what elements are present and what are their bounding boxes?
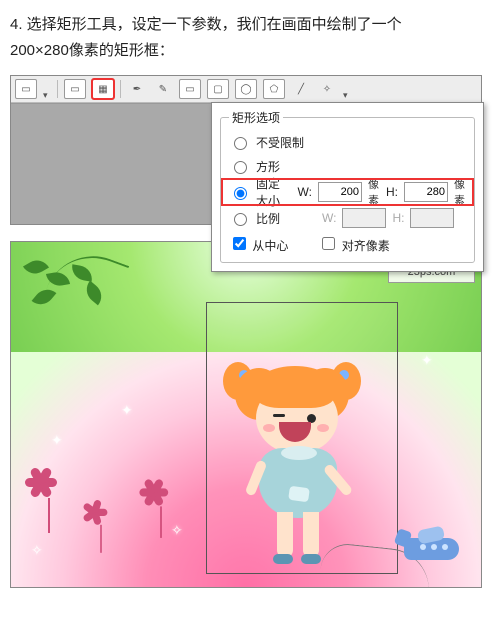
label-fixed-size: 固定大小: [256, 175, 282, 209]
label-square: 方形: [256, 158, 280, 175]
sparkle-icon: ✦: [51, 432, 63, 449]
ratio-h-input: [410, 208, 454, 228]
flower-decoration: [29, 462, 69, 502]
step-line1: 4. 选择矩形工具，设定一下参数，我们在画面中绘制了一个: [10, 16, 402, 33]
dropdown-icon[interactable]: [43, 85, 51, 93]
radio-unconstrained[interactable]: [234, 137, 247, 150]
flower-decoration: [85, 496, 117, 528]
checkbox-from-center[interactable]: [233, 237, 246, 250]
h-unit: 像素: [454, 176, 466, 208]
h-label: H:: [386, 185, 398, 199]
step-text: 4. 选择矩形工具，设定一下参数，我们在画面中绘制了一个 200×280像素的矩…: [10, 12, 490, 63]
rectangle-options-popup: 矩形选项 不受限制 方形 固定大小 W: 像素 H: 像素: [211, 102, 484, 272]
flower-decoration: [143, 474, 179, 510]
snap-pixels-option[interactable]: 对齐像素: [318, 234, 389, 254]
toy-airplane: [396, 522, 471, 572]
rectangle-options-fieldset: 矩形选项 不受限制 方形 固定大小 W: 像素 H: 像素: [220, 109, 475, 263]
sparkle-icon: ✧: [171, 522, 183, 539]
w-unit: 像素: [368, 176, 380, 208]
radio-square[interactable]: [234, 161, 247, 174]
sparkle-icon: ✧: [31, 542, 43, 559]
custom-shape-tool-icon[interactable]: ✧: [317, 80, 337, 98]
options-toolbar: ▭ ▭ ▦ ✒ ✎ ▭ ▢ ◯ ⬠ ╱ ✧: [11, 76, 481, 103]
popup-legend: 矩形选项: [229, 109, 283, 126]
ellipse-tool-icon[interactable]: ◯: [235, 79, 257, 99]
rectangle-tool-icon[interactable]: ▭: [179, 79, 201, 99]
pen-tool-icon[interactable]: ✒: [127, 80, 147, 98]
ratio-w-input: [342, 208, 386, 228]
option-proportional[interactable]: 比例 W: H:: [229, 206, 466, 230]
leaves-decoration: [19, 252, 129, 332]
ratio-w-label: W:: [322, 211, 336, 225]
radio-proportional[interactable]: [234, 213, 247, 226]
option-unconstrained[interactable]: 不受限制: [229, 130, 466, 154]
freeform-pen-icon[interactable]: ✎: [153, 80, 173, 98]
label-proportional: 比例: [256, 210, 280, 227]
w-input[interactable]: [318, 182, 362, 202]
step-line2: 200×280像素的矩形框：: [10, 42, 174, 59]
line-tool-icon[interactable]: ╱: [291, 80, 311, 98]
option-fixed-size[interactable]: 固定大小 W: 像素 H: 像素: [223, 180, 472, 204]
ratio-h-label: H:: [392, 211, 404, 225]
path-mode-icon[interactable]: ▭: [64, 79, 86, 99]
canvas-result-screenshot: ✦ ✦ ✧ ✧ ✦ 图片处理教程网 23ps.com: [10, 241, 482, 588]
sparkle-icon: ✦: [421, 352, 433, 369]
h-input[interactable]: [404, 182, 448, 202]
w-label: W:: [298, 185, 312, 199]
shape-options-dropdown-icon[interactable]: [343, 85, 351, 93]
sparkle-icon: ✦: [121, 402, 133, 419]
options-bar-screenshot: ▭ ▭ ▦ ✒ ✎ ▭ ▢ ◯ ⬠ ╱ ✧ 矩形选项 不受限制 方形 固定大小: [10, 75, 482, 225]
polygon-tool-icon[interactable]: ⬠: [263, 79, 285, 99]
from-center-option[interactable]: 从中心: [229, 234, 288, 254]
checkbox-row: 从中心 对齐像素: [229, 230, 466, 254]
checkbox-snap-pixels[interactable]: [322, 237, 335, 250]
rounded-rect-tool-icon[interactable]: ▢: [207, 79, 229, 99]
radio-fixed-size[interactable]: [234, 187, 247, 200]
label-unconstrained: 不受限制: [256, 134, 304, 151]
shape-layer-mode-icon[interactable]: ▭: [15, 79, 37, 99]
fill-pixels-mode-icon[interactable]: ▦: [92, 79, 114, 99]
